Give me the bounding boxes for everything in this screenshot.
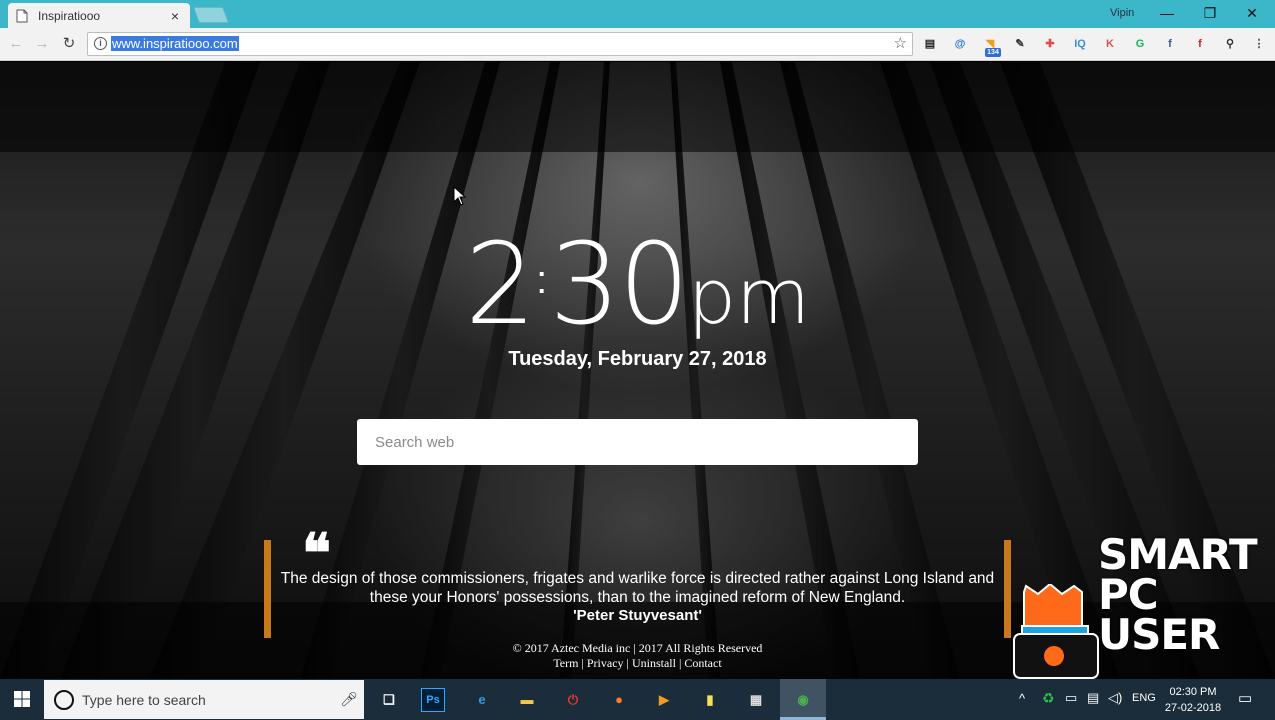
windows-start-icon[interactable] [0, 679, 44, 720]
zoom-extension-icon[interactable]: ⚲ [1221, 35, 1239, 53]
quote-text: The design of those commissioners, friga… [280, 570, 995, 606]
footer-link-privacy[interactable]: Privacy [587, 656, 624, 670]
power-app-icon[interactable]: ⏻ [558, 685, 588, 715]
flipboard-extension-icon[interactable]: f [1191, 35, 1209, 53]
address-bar[interactable]: i www.inspiratiooo.com ☆ [87, 32, 913, 56]
browser-title-bar: Inspiratiooo × Vipin — ❐ ✕ [0, 0, 1275, 28]
minimize-button[interactable]: — [1152, 3, 1182, 23]
page-favicon-icon [16, 9, 28, 22]
back-arrow-icon[interactable]: ← [6, 34, 26, 54]
battery-icon[interactable]: ▭ [1065, 690, 1077, 706]
browser-tab[interactable]: Inspiratiooo × [8, 3, 190, 28]
photoshop-icon[interactable]: Ps [421, 688, 445, 712]
rss-badge-count: 134 [985, 48, 1001, 57]
taskbar-search-placeholder: Type here to search [82, 691, 206, 708]
site-info-icon[interactable]: i [94, 37, 107, 50]
reload-icon[interactable]: ↻ [59, 34, 79, 54]
footer-link-contact[interactable]: Contact [684, 656, 721, 670]
file-explorer-icon[interactable]: ▬ [512, 685, 542, 715]
clock-colon: : [536, 258, 548, 302]
notifications-icon[interactable]: ▭ [1238, 689, 1252, 707]
menu-icon[interactable]: ⋮ [1250, 35, 1268, 53]
watermark-line-pc-user: PC USER [1098, 570, 1220, 659]
media-player-icon[interactable]: ▶ [649, 685, 679, 715]
profile-name[interactable]: Vipin [1110, 7, 1134, 19]
cortana-icon [54, 689, 74, 710]
search-input[interactable] [357, 419, 918, 465]
layout-extension-icon[interactable]: ▤ [921, 35, 939, 53]
facebook-extension-icon[interactable]: f [1161, 35, 1179, 53]
tray-overflow-icon[interactable]: ^ [1019, 691, 1025, 706]
footer-link-term[interactable]: Term [553, 656, 578, 670]
language-indicator[interactable]: ENG [1132, 692, 1156, 704]
new-tab-button[interactable] [193, 7, 229, 23]
edge-icon[interactable]: e [467, 685, 497, 715]
footer-separator: | [623, 656, 632, 670]
eyedropper-extension-icon[interactable]: ✎ [1011, 35, 1029, 53]
clock-hour: 2 [464, 220, 536, 350]
maximize-button[interactable]: ❐ [1195, 3, 1225, 23]
new-tab-page: 2:30pm Tuesday, February 27, 2018 ❝ The … [0, 62, 1275, 679]
footer-link-uninstall[interactable]: Uninstall [632, 656, 676, 670]
footer-separator: | [578, 656, 587, 670]
date-display: Tuesday, February 27, 2018 [508, 348, 767, 370]
watermark-line-smart: SMART [1098, 530, 1258, 579]
puzzle-extension-icon[interactable]: ✚ [1041, 35, 1059, 53]
mouse-cursor-icon [453, 186, 467, 206]
taskbar-time: 02:30 PM [1169, 686, 1217, 698]
taskbar-search-box[interactable]: Type here to search 🎤︎ [44, 680, 364, 719]
sticky-notes-icon[interactable]: ▮ [695, 685, 725, 715]
chrome-icon[interactable]: ◉ [788, 685, 818, 715]
bookmark-star-icon[interactable]: ☆ [894, 34, 907, 52]
watermark-text: SMART PC USER [1098, 530, 1275, 659]
tab-title: Inspiratiooo [38, 8, 101, 23]
k-extension-icon[interactable]: K [1101, 35, 1119, 53]
forward-arrow-icon[interactable]: → [32, 34, 52, 54]
network-icon[interactable]: ▤ [1087, 690, 1099, 706]
windows-taskbar: Type here to search 🎤︎ ❑ Ps e ▬ ⏻ ● ▶ ▮ ▦ ◉ ^ ♻ ▭… [0, 679, 1275, 720]
url-text[interactable]: www.inspiratiooo.com [111, 36, 239, 51]
recycle-tray-icon[interactable]: ♻ [1042, 690, 1055, 707]
grammarly-extension-icon[interactable]: G [1131, 35, 1149, 53]
clock-display: 2:30pm [0, 220, 1275, 350]
firefox-icon[interactable]: ● [604, 685, 634, 715]
clock-minutes: 30 [549, 220, 690, 350]
taskbar-date: 27-02-2018 [1164, 702, 1222, 714]
at-extension-icon[interactable]: @ [951, 35, 969, 53]
iq-extension-icon[interactable]: IQ [1071, 35, 1089, 53]
tab-close-icon[interactable]: × [168, 8, 182, 24]
taskbar-clock[interactable]: 02:30 PM 27-02-2018 [1160, 684, 1226, 716]
clock-ampm: pm [687, 252, 811, 341]
close-window-button[interactable]: ✕ [1237, 3, 1267, 23]
microphone-icon[interactable]: 🎤︎ [334, 691, 364, 708]
task-view-icon[interactable]: ❑ [374, 685, 404, 715]
calculator-icon[interactable]: ▦ [741, 685, 771, 715]
volume-icon[interactable]: ◁) [1108, 690, 1122, 706]
